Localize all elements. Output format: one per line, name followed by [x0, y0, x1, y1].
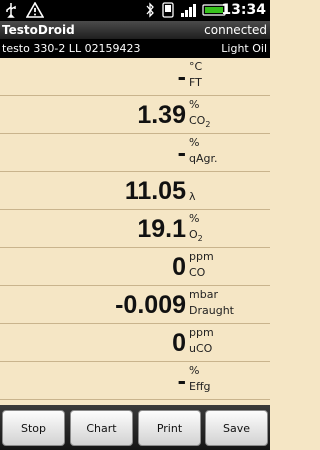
- measurement-row-lambda[interactable]: 11.05 λ: [0, 172, 270, 210]
- measurement-unit: %: [189, 136, 200, 149]
- status-time: 13:34: [221, 2, 266, 18]
- warning-icon: [26, 2, 44, 18]
- signal-icon: [180, 2, 198, 18]
- app-title-bar: TestoDroid connected: [0, 21, 270, 39]
- status-bar: 13:34: [0, 0, 270, 21]
- action-bar: Stop Chart Print Save: [0, 405, 270, 450]
- measurement-label: λ: [189, 190, 196, 203]
- measurement-list[interactable]: - °C FT 1.39 % CO2 - % qAgr. 11.05 λ 19.…: [0, 58, 270, 400]
- measurement-value: -: [177, 139, 186, 167]
- measurement-label: O2: [189, 228, 203, 244]
- device-info-bar: testo 330-2 LL 02159423 Light Oil: [0, 39, 270, 58]
- measurement-row-co[interactable]: 0 ppm CO: [0, 248, 270, 286]
- measurement-label: CO2: [189, 114, 211, 130]
- usb-icon: [4, 2, 18, 18]
- measurement-label: uCO: [189, 342, 213, 355]
- phone-icon: [162, 2, 174, 18]
- app-title: TestoDroid: [2, 23, 75, 37]
- measurement-row-effg[interactable]: - % Effg: [0, 362, 270, 400]
- measurement-value: 11.05: [124, 177, 186, 205]
- measurement-value: 1.39: [137, 101, 186, 129]
- print-button[interactable]: Print: [138, 410, 201, 446]
- fuel-type: Light Oil: [221, 42, 267, 55]
- measurement-value: 0: [172, 329, 186, 357]
- measurement-row-uco[interactable]: 0 ppm uCO: [0, 324, 270, 362]
- measurement-unit: %: [189, 212, 200, 225]
- measurement-label: Effg: [189, 380, 211, 393]
- measurement-row-ft[interactable]: - °C FT: [0, 58, 270, 96]
- measurement-label: CO: [189, 266, 206, 279]
- measurement-value: 0: [172, 253, 186, 281]
- measurement-unit: mbar: [189, 288, 218, 301]
- save-button[interactable]: Save: [205, 410, 268, 446]
- measurement-row-draught[interactable]: -0.009 mbar Draught: [0, 286, 270, 324]
- measurement-unit: %: [189, 364, 200, 377]
- device-name: testo 330-2 LL 02159423: [2, 42, 141, 55]
- measurement-unit: %: [189, 98, 200, 111]
- measurement-value: -: [177, 63, 186, 91]
- connection-status: connected: [204, 23, 267, 37]
- measurement-value: 19.1: [137, 215, 186, 243]
- measurement-unit: ppm: [189, 250, 214, 263]
- chart-button[interactable]: Chart: [70, 410, 133, 446]
- measurement-row-co2[interactable]: 1.39 % CO2: [0, 96, 270, 134]
- measurement-row-qagr[interactable]: - % qAgr.: [0, 134, 270, 172]
- measurement-row-o2[interactable]: 19.1 % O2: [0, 210, 270, 248]
- measurement-value: -: [177, 367, 186, 395]
- measurement-label: Draught: [189, 304, 234, 317]
- measurement-label: qAgr.: [189, 152, 218, 165]
- measurement-unit: °C: [189, 60, 203, 73]
- measurement-unit: ppm: [189, 326, 214, 339]
- measurement-value: -0.009: [115, 291, 186, 319]
- measurement-label: FT: [189, 76, 202, 89]
- bluetooth-icon: [145, 2, 155, 18]
- stop-button[interactable]: Stop: [2, 410, 65, 446]
